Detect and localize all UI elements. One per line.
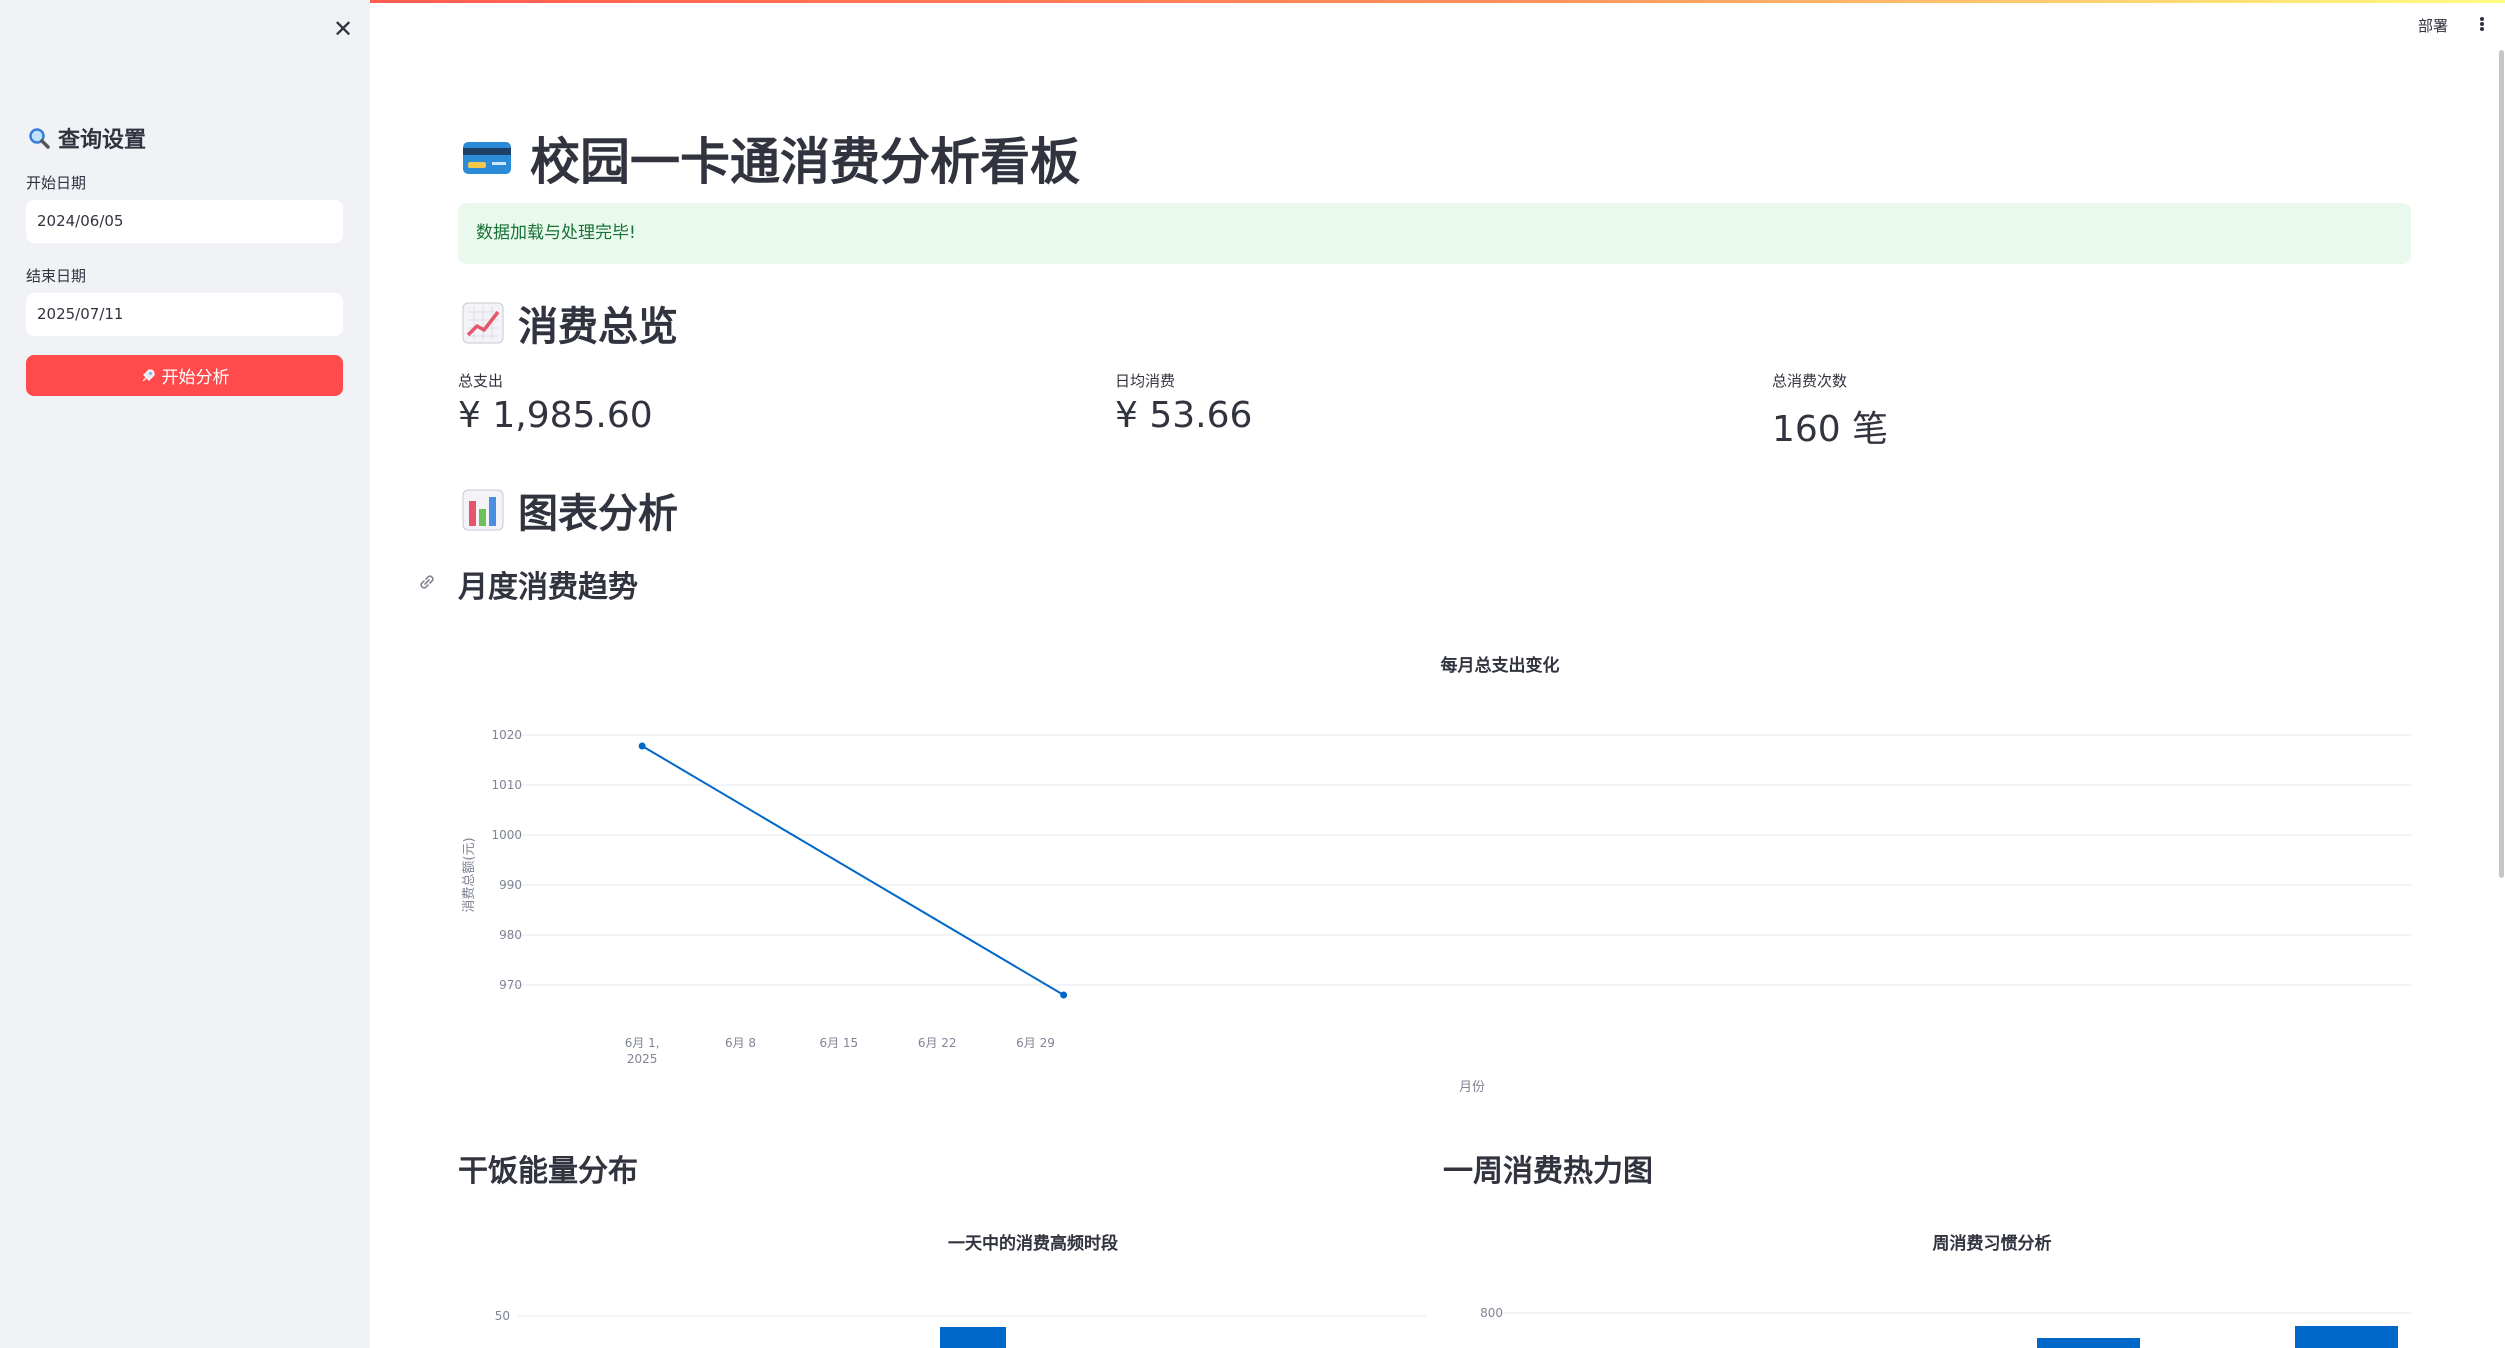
line-chart-xtick: 6月 29 (1016, 1036, 1055, 1050)
rocket-icon (142, 368, 155, 381)
metric-value-total: ¥ 1,985.60 (458, 395, 653, 436)
line-chart-xlabel: 月份 (1459, 1080, 1485, 1095)
top-accent-bar (0, 0, 2505, 3)
line-chart-ylabel: 消费总额(元) (462, 837, 477, 912)
metric-label-count: 总消费次数 (1772, 372, 1848, 390)
more-menu-icon[interactable] (2478, 14, 2486, 34)
hour-chart-title: 一天中的消费高频时段 (948, 1233, 1118, 1254)
overview-heading-text: 消费总览 (518, 304, 678, 350)
line-chart-xtick: 6月 22 (918, 1036, 957, 1050)
deploy-button[interactable]: 部署 (2418, 15, 2448, 36)
chart-analysis-heading: 图表分析 (462, 482, 678, 538)
hour-chart-ytick: 50 (495, 1309, 510, 1323)
metric-label-daily: 日均消费 (1115, 372, 1176, 390)
line-chart-ytick: 980 (499, 928, 522, 942)
scrollbar[interactable] (2499, 50, 2504, 878)
hour-distribution-heading: 干饭能量分布 (458, 1154, 638, 1189)
success-alert: 数据加载与处理完毕! (458, 203, 2411, 264)
metric-label-total: 总支出 (458, 372, 504, 390)
credit-card-icon (463, 142, 511, 174)
start-date-label: 开始日期 (26, 174, 87, 192)
magnifier-icon (29, 128, 50, 149)
sidebar-title-text: 查询设置 (58, 128, 147, 153)
line-chart-ytick: 990 (499, 878, 522, 892)
chart-analysis-heading-text: 图表分析 (518, 491, 678, 537)
metric-value-daily: ¥ 53.66 (1115, 395, 1253, 436)
line-chart-ytick: 1020 (491, 728, 522, 742)
page-title: 校园一卡通消费分析看板 (462, 123, 1080, 193)
hour-bar (940, 1327, 1006, 1348)
page-title-text: 校园一卡通消费分析看板 (530, 133, 1080, 191)
sidebar: ✕ 查询设置 开始日期 2024/06/05 结束日期 2025/07/11 开… (0, 0, 370, 1348)
bar-chart-icon (462, 489, 504, 531)
monthly-trend-heading: 月度消费趋势 (458, 570, 638, 605)
line-chart-xtick: 6月 8 (725, 1036, 756, 1050)
monthly-line-chart[interactable]: 每月总支出变化 970 980 990 1000 1010 1020 6月 1, 2025 6… (440, 640, 2420, 1100)
start-date-input[interactable]: 2024/06/05 (26, 200, 343, 243)
line-chart-ytick: 1000 (491, 828, 522, 842)
chart-increasing-icon (462, 302, 504, 344)
week-heatmap-heading: 一周消费热力图 (1443, 1154, 1653, 1189)
close-sidebar-icon[interactable]: ✕ (332, 17, 354, 41)
week-bar-chart[interactable]: 周消费习惯分析 800 (1443, 1225, 2413, 1348)
line-series (641, 745, 1065, 996)
line-chart-xtick: 6月 15 (819, 1036, 858, 1050)
overview-heading: 消费总览 (462, 295, 678, 351)
line-chart-ytick: 970 (499, 978, 522, 992)
line-chart-ytick: 1010 (491, 778, 522, 792)
sidebar-title: 查询设置 (28, 122, 146, 154)
end-date-input[interactable]: 2025/07/11 (26, 293, 343, 336)
anchor-link-icon[interactable] (416, 571, 438, 593)
line-chart-xtick: 6月 1, 2025 (625, 1036, 660, 1066)
line-chart-title: 每月总支出变化 (1441, 655, 1560, 676)
line-data-point[interactable] (638, 742, 646, 750)
week-chart-title: 周消费习惯分析 (1933, 1233, 2052, 1254)
start-analysis-label: 开始分析 (161, 368, 230, 388)
week-bar-2 (2295, 1326, 2398, 1348)
week-bar-1 (2037, 1338, 2140, 1348)
hour-bar-chart[interactable]: 一天中的消费高频时段 50 (458, 1225, 1428, 1348)
line-data-point[interactable] (1060, 991, 1068, 999)
metric-value-count: 160 笔 (1772, 409, 1889, 450)
start-analysis-button[interactable]: 开始分析 (26, 355, 343, 396)
end-date-label: 结束日期 (26, 267, 87, 285)
week-chart-ytick: 800 (1480, 1306, 1503, 1320)
